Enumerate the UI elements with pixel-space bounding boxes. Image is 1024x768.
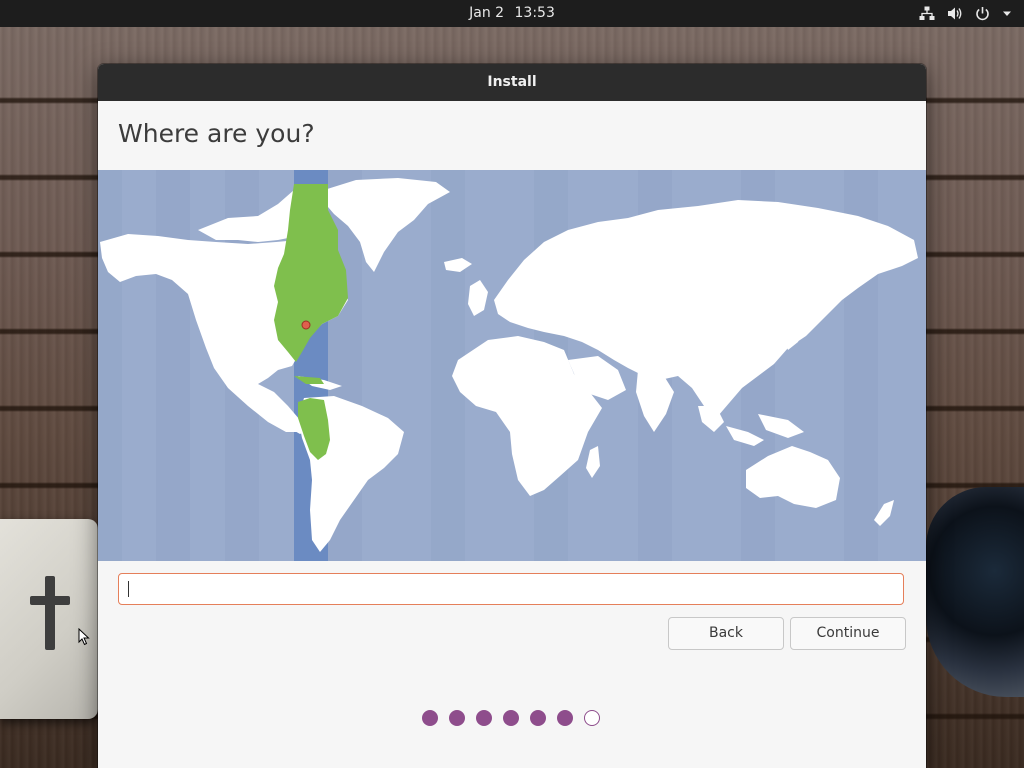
system-menu-arrow-icon: [1003, 11, 1011, 16]
clock-date: Jan 2: [469, 5, 505, 21]
wallpaper-cross-block: [0, 519, 98, 719]
progress-dot-done: [557, 710, 573, 726]
progress-dot-current: [584, 710, 600, 726]
window-titlebar[interactable]: Install: [98, 64, 926, 101]
install-window: Install Where are you? Back Continue: [98, 64, 926, 768]
landmass-madagascar: [586, 446, 600, 478]
mouse-pointer-icon: [78, 628, 90, 646]
progress-dot-done: [503, 710, 519, 726]
clock[interactable]: Jan 2 13:53: [0, 0, 1024, 27]
clock-time: 13:53: [514, 5, 555, 21]
progress-dot-done: [476, 710, 492, 726]
page-title: Where are you?: [118, 119, 315, 148]
top-bar: Jan 2 13:53: [0, 0, 1024, 27]
system-tray[interactable]: [919, 6, 1012, 21]
cross-icon: [30, 576, 70, 650]
continue-button[interactable]: Continue: [790, 617, 906, 650]
text-caret: [128, 581, 129, 597]
timezone-search-input[interactable]: [118, 573, 904, 605]
progress-dot-done: [530, 710, 546, 726]
power-icon: [976, 7, 989, 21]
progress-dot-done: [422, 710, 438, 726]
timezone-map[interactable]: [98, 170, 926, 561]
network-icon: [919, 6, 935, 20]
progress-dots: [422, 710, 600, 726]
wallpaper-cup: [926, 487, 1024, 697]
world-map[interactable]: [98, 170, 926, 561]
progress-dot-done: [449, 710, 465, 726]
back-button[interactable]: Back: [668, 617, 784, 650]
location-pin-icon[interactable]: [301, 320, 311, 330]
volume-icon: [948, 7, 962, 20]
landmass-british-isles: [468, 280, 488, 316]
